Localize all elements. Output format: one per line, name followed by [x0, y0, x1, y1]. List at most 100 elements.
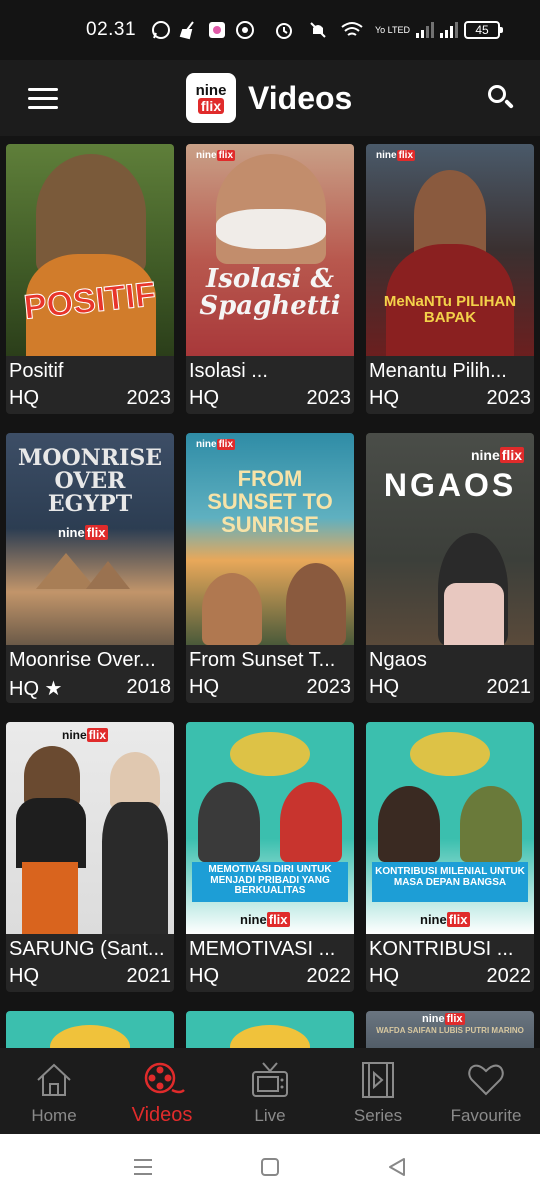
chrome-icon	[234, 19, 256, 41]
video-card[interactable]	[186, 1011, 354, 1048]
broom-icon	[178, 19, 200, 41]
square-icon	[260, 1158, 279, 1176]
video-quality: HQ	[9, 965, 39, 987]
nav-home[interactable]: Home	[0, 1048, 108, 1134]
video-poster: MOONRISE OVER EGYPT nine flix	[6, 433, 174, 645]
video-year: 2018	[126, 676, 172, 698]
recents-icon	[134, 1159, 153, 1175]
video-title: From Sunset T...	[189, 649, 336, 671]
nav-label: Favourite	[450, 1106, 522, 1125]
poster-title: FROM SUNSET TO SUNRISE	[207, 466, 333, 538]
video-quality: HQ	[369, 387, 399, 409]
video-poster: nine flix	[6, 722, 174, 934]
nineflix-logo: nine flix	[186, 73, 236, 123]
recents-button[interactable]	[123, 1147, 163, 1187]
video-title: Positif	[9, 360, 64, 382]
video-quality: HQ	[369, 965, 399, 987]
video-poster: POSITIF	[6, 144, 174, 356]
nav-live[interactable]: Live	[216, 1048, 324, 1134]
brand-mark: nine flix	[240, 912, 290, 927]
video-year: 2023	[486, 387, 532, 409]
menu-icon	[28, 87, 58, 91]
video-title: MEMOTIVASI ...	[189, 938, 336, 960]
video-quality: HQ	[189, 387, 219, 409]
film-reel-icon	[142, 1060, 185, 1100]
video-poster: MEMOTIVASI DIRI UNTUK MENJADI PRIBADI YA…	[186, 722, 354, 934]
status-time: 02.31	[86, 19, 137, 40]
video-card[interactable]: nine flix NGAOS Ngaos HQ 2021	[366, 433, 534, 703]
video-card[interactable]	[6, 1011, 174, 1048]
video-grid: POSITIF Positif HQ 2023 nine flix Isolasi…	[6, 144, 534, 1048]
video-card[interactable]: nine flix WAFDA SAIFAN LUBIS PUTRI MARINO	[366, 1011, 534, 1048]
video-card[interactable]: nine flix MeNaNTu PILIHAN BAPAK Menantu P…	[366, 144, 534, 414]
video-poster: nine flix NGAOS	[366, 433, 534, 645]
video-title: KONTRIBUSI ...	[369, 938, 514, 960]
tv-icon	[250, 1060, 290, 1100]
film-strip-icon	[358, 1060, 398, 1100]
menu-button[interactable]	[22, 77, 64, 119]
poster-title: NGAOS	[383, 467, 517, 503]
brand-mark: nine flix	[422, 1013, 465, 1025]
logo-text-top: nine	[195, 81, 227, 99]
video-poster	[6, 1011, 174, 1048]
whatsapp-icon	[150, 19, 172, 41]
logo-text-bottom: flix	[197, 97, 225, 114]
brand-mark: nine flix	[420, 912, 470, 927]
video-card[interactable]: MOONRISE OVER EGYPT nine flix Moonrise Ov…	[6, 433, 174, 703]
video-year: 2022	[306, 965, 352, 987]
video-year: 2023	[126, 387, 172, 409]
video-card[interactable]: POSITIF Positif HQ 2023	[6, 144, 174, 414]
video-card[interactable]: nine flix Isolasi & Spaghetti Isolasi ...…	[186, 144, 354, 414]
page-title: Videos	[248, 79, 353, 116]
video-title: Menantu Pilih...	[369, 360, 507, 382]
nav-favourite[interactable]: Favourite	[432, 1048, 540, 1134]
poster-title: WAFDA SAIFAN LUBIS PUTRI MARINO	[376, 1026, 524, 1035]
mute-icon	[307, 19, 329, 41]
video-quality: HQ	[9, 387, 39, 409]
video-poster: nine flix Isolasi & Spaghetti	[186, 144, 354, 356]
poster-title: KONTRIBUSI MILENIAL UNTUK MASA DEPAN BAN…	[375, 866, 525, 888]
video-card[interactable]: MEMOTIVASI DIRI UNTUK MENJADI PRIBADI YA…	[186, 722, 354, 992]
brand-mark: nine flix	[58, 525, 108, 540]
brand-mark: nine flix	[470, 447, 524, 463]
video-poster: nine flix WAFDA SAIFAN LUBIS PUTRI MARINO	[366, 1011, 534, 1048]
nav-series[interactable]: Series	[324, 1048, 432, 1134]
gallery-icon	[206, 19, 228, 41]
nav-label: Live	[254, 1106, 286, 1125]
search-icon	[488, 85, 506, 103]
video-card[interactable]: nine flix FROM SUNSET TO SUNRISE From Sun…	[186, 433, 354, 703]
video-card[interactable]: KONTRIBUSI MILENIAL UNTUK MASA DEPAN BAN…	[366, 722, 534, 992]
back-button[interactable]	[377, 1147, 417, 1187]
status-right-group: Yo LTED 45	[273, 19, 503, 41]
nav-videos[interactable]: Videos	[108, 1048, 216, 1134]
bottom-nav: Home Videos Live Series Favourite	[0, 1048, 540, 1134]
video-year: 2022	[486, 965, 532, 987]
brand-mark: nine flix	[62, 728, 109, 742]
nav-label: Series	[353, 1106, 403, 1125]
search-button[interactable]	[484, 81, 518, 115]
video-card[interactable]: nine flix SARUNG (Sant... HQ 2021	[6, 722, 174, 992]
signal-icon	[416, 22, 434, 38]
poster-title: MEMOTIVASI DIRI UNTUK MENJADI PRIBADI YA…	[208, 864, 332, 896]
brand-mark: nine flix	[196, 150, 236, 161]
video-year: 2021	[126, 965, 172, 987]
battery-icon: 45	[464, 21, 503, 39]
video-quality: HQ	[369, 676, 399, 698]
system-nav-bar	[0, 1134, 540, 1200]
video-quality: HQ	[189, 676, 219, 698]
video-poster: KONTRIBUSI MILENIAL UNTUK MASA DEPAN BAN…	[366, 722, 534, 934]
home-system-button[interactable]	[250, 1147, 290, 1187]
network-type: Yo LTED	[374, 24, 410, 35]
video-poster: nine flix MeNaNTu PILIHAN BAPAK	[366, 144, 534, 356]
app-bar: nine flix Videos	[0, 60, 540, 136]
back-icon	[388, 1158, 405, 1176]
poster-title: MeNaNTu PILIHAN BAPAK	[383, 293, 517, 326]
video-quality: HQ	[189, 965, 219, 987]
poster-title: Isolasi & Spaghetti	[199, 264, 341, 322]
brand-mark: nine flix	[196, 439, 236, 450]
video-year: 2021	[486, 676, 532, 698]
brand-mark: nine flix	[376, 150, 416, 161]
video-title: Moonrise Over...	[9, 649, 156, 671]
heart-icon	[466, 1060, 506, 1100]
alarm-icon	[273, 19, 295, 41]
